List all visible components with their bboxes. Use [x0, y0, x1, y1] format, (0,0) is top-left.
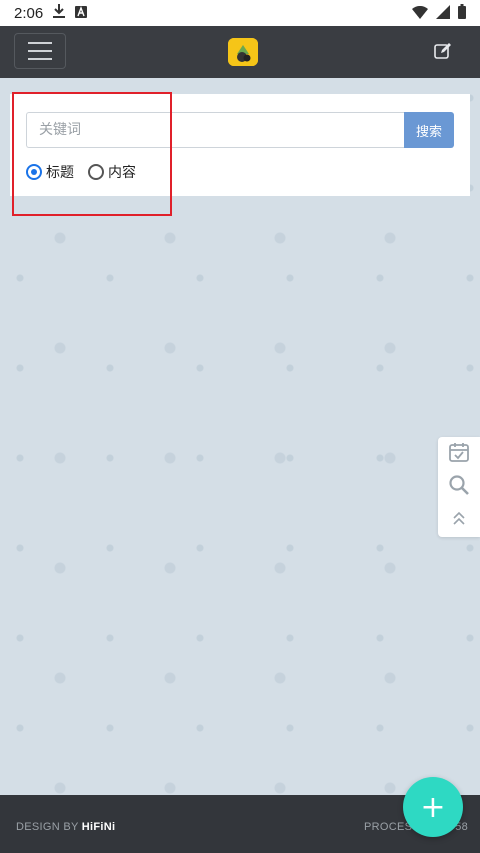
plus-icon: + — [420, 789, 446, 825]
footer-brand[interactable]: HiFiNi — [82, 821, 116, 833]
search-shortcut-button[interactable] — [438, 470, 480, 503]
radio-checked-icon[interactable] — [26, 164, 42, 180]
hifini-logo[interactable] — [228, 38, 258, 66]
top-navbar — [0, 26, 480, 78]
hamburger-icon-bar — [28, 50, 52, 52]
add-fab-button[interactable]: + — [403, 777, 463, 837]
calendar-check-button[interactable] — [438, 437, 480, 470]
radio-title-label: 标题 — [46, 165, 74, 181]
calendar-check-icon — [448, 441, 470, 467]
download-icon — [53, 4, 66, 22]
notification-a-icon — [75, 4, 88, 22]
footer-design-prefix: DESIGN BY — [16, 821, 79, 833]
radio-title[interactable]: 标题 — [26, 162, 74, 182]
status-bar: 2:06 — [0, 0, 480, 26]
status-time: 2:06 — [14, 4, 44, 22]
hamburger-icon — [28, 42, 52, 44]
hamburger-icon-bar — [28, 58, 52, 60]
search-scope-options: 标题 内容 — [26, 162, 136, 182]
edit-icon[interactable] — [434, 42, 452, 60]
back-to-top-button[interactable] — [438, 503, 480, 536]
menu-toggle-button[interactable] — [14, 33, 66, 69]
battery-icon — [458, 4, 466, 23]
radio-content-label: 内容 — [108, 165, 136, 181]
search-button[interactable]: 搜索 — [404, 112, 454, 148]
wifi-icon — [412, 5, 428, 23]
footer-credit: DESIGN BY HiFiNi — [16, 821, 115, 833]
radio-unchecked-icon[interactable] — [88, 164, 104, 180]
signal-icon — [436, 4, 450, 23]
radio-content[interactable]: 内容 — [88, 162, 136, 182]
side-toolbar — [438, 437, 480, 537]
search-input[interactable] — [26, 112, 404, 148]
double-chevron-up-icon — [451, 510, 467, 530]
search-icon — [448, 474, 470, 500]
search-card: 搜索 标题 内容 — [10, 94, 470, 196]
